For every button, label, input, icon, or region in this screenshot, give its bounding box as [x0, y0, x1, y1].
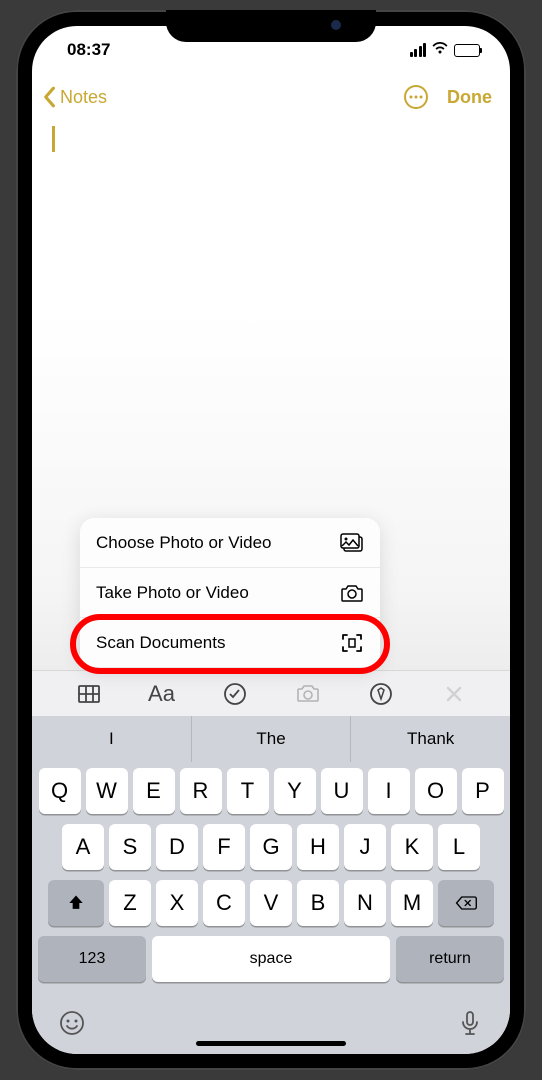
keyboard: I The Thank QWERTYUIOP ASDFGHJKL ZXCVBNM… [32, 716, 510, 1054]
back-button[interactable]: Notes [42, 86, 107, 108]
prediction-item[interactable]: I [32, 716, 192, 762]
key-h[interactable]: H [297, 824, 339, 870]
home-indicator[interactable] [196, 1041, 346, 1046]
microphone-icon [456, 1009, 484, 1037]
done-button[interactable]: Done [447, 87, 492, 108]
shift-icon [66, 893, 86, 913]
key-y[interactable]: Y [274, 768, 316, 814]
nav-bar: Notes Done [32, 74, 510, 120]
keyboard-row-4: 123 space return [36, 936, 506, 982]
key-b[interactable]: B [297, 880, 339, 926]
key-p[interactable]: P [462, 768, 504, 814]
key-e[interactable]: E [133, 768, 175, 814]
close-toolbar-button[interactable] [417, 681, 490, 707]
markup-icon [368, 681, 394, 707]
key-i[interactable]: I [368, 768, 410, 814]
key-g[interactable]: G [250, 824, 292, 870]
ellipsis-circle-icon [403, 84, 429, 110]
wifi-icon [431, 40, 449, 60]
key-m[interactable]: M [391, 880, 433, 926]
menu-label: Take Photo or Video [96, 583, 249, 603]
key-n[interactable]: N [344, 880, 386, 926]
keyboard-row-1: QWERTYUIOP [36, 768, 506, 814]
key-s[interactable]: S [109, 824, 151, 870]
text-format-button[interactable]: Aa [125, 681, 198, 707]
numbers-key[interactable]: 123 [38, 936, 146, 982]
backspace-key[interactable] [438, 880, 494, 926]
menu-item-take-photo[interactable]: Take Photo or Video [80, 568, 380, 618]
dictation-button[interactable] [456, 1009, 484, 1042]
emoji-icon [58, 1009, 86, 1037]
prediction-item[interactable]: Thank [351, 716, 510, 762]
key-k[interactable]: K [391, 824, 433, 870]
keyboard-row-3: ZXCVBNM [36, 880, 506, 926]
menu-label: Choose Photo or Video [96, 533, 271, 553]
key-z[interactable]: Z [109, 880, 151, 926]
key-q[interactable]: Q [39, 768, 81, 814]
chevron-left-icon [42, 86, 56, 108]
key-t[interactable]: T [227, 768, 269, 814]
more-button[interactable] [403, 84, 429, 110]
space-key[interactable]: space [152, 936, 390, 982]
format-toolbar: Aa [32, 670, 510, 716]
key-o[interactable]: O [415, 768, 457, 814]
emoji-button[interactable] [58, 1009, 86, 1042]
note-content[interactable]: Choose Photo or Video Take Photo or Vide… [32, 120, 510, 670]
photo-library-icon [340, 533, 364, 553]
key-r[interactable]: R [180, 768, 222, 814]
phone-frame: 08:37 Notes Done [16, 10, 526, 1070]
key-f[interactable]: F [203, 824, 245, 870]
menu-label: Scan Documents [96, 633, 225, 653]
shift-key[interactable] [48, 880, 104, 926]
keyboard-bottom-row [32, 996, 510, 1044]
back-label: Notes [60, 87, 107, 108]
scan-document-icon [340, 633, 364, 653]
checklist-button[interactable] [198, 681, 271, 707]
table-button[interactable] [52, 681, 125, 707]
cellular-signal-icon [410, 43, 427, 57]
key-v[interactable]: V [250, 880, 292, 926]
table-icon [76, 681, 102, 707]
keyboard-row-2: ASDFGHJKL [36, 824, 506, 870]
key-x[interactable]: X [156, 880, 198, 926]
key-d[interactable]: D [156, 824, 198, 870]
prediction-bar: I The Thank [32, 716, 510, 762]
text-cursor [52, 126, 55, 152]
camera-attach-button[interactable] [271, 681, 344, 707]
close-icon [441, 681, 467, 707]
backspace-icon [454, 894, 478, 912]
camera-icon [295, 681, 321, 707]
status-time: 08:37 [67, 40, 110, 60]
battery-icon [454, 44, 480, 57]
key-w[interactable]: W [86, 768, 128, 814]
markup-button[interactable] [344, 681, 417, 707]
check-circle-icon [222, 681, 248, 707]
key-c[interactable]: C [203, 880, 245, 926]
key-a[interactable]: A [62, 824, 104, 870]
menu-item-scan-documents[interactable]: Scan Documents [80, 618, 380, 668]
key-l[interactable]: L [438, 824, 480, 870]
notch [166, 10, 376, 42]
menu-item-choose-photo[interactable]: Choose Photo or Video [80, 518, 380, 568]
return-key[interactable]: return [396, 936, 504, 982]
key-u[interactable]: U [321, 768, 363, 814]
camera-icon [340, 583, 364, 603]
text-format-label: Aa [148, 681, 175, 707]
attachment-menu: Choose Photo or Video Take Photo or Vide… [80, 518, 380, 668]
key-j[interactable]: J [344, 824, 386, 870]
prediction-item[interactable]: The [192, 716, 352, 762]
